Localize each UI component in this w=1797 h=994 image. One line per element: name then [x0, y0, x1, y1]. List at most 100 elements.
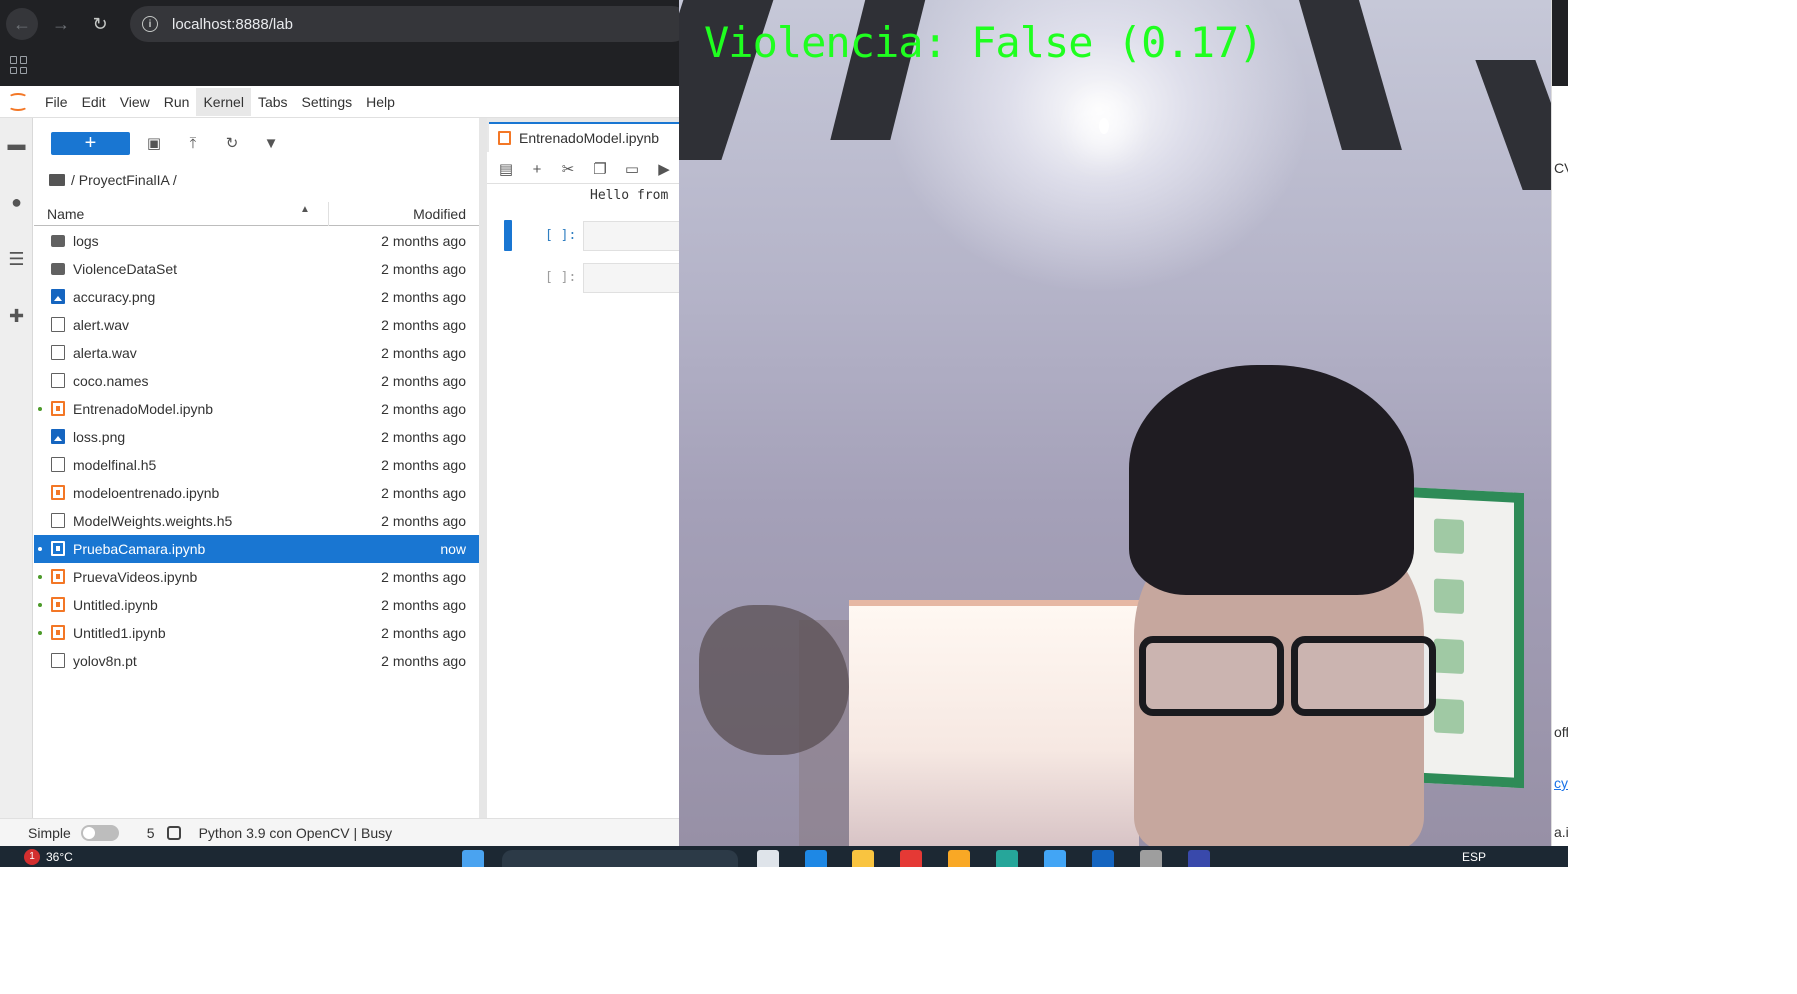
file-row[interactable]: PruevaVideos.ipynb 2 months ago	[34, 563, 479, 591]
file-row[interactable]: yolov8n.pt 2 months ago	[34, 647, 479, 675]
notebook-file-icon	[51, 625, 65, 640]
file-row[interactable]: coco.names 2 months ago	[34, 367, 479, 395]
menu-kernel[interactable]: Kernel	[196, 87, 251, 116]
outlook-icon[interactable]	[1092, 850, 1114, 867]
table-of-contents-icon[interactable]: ☰	[6, 249, 27, 270]
start-icon[interactable]	[462, 850, 484, 867]
file-row[interactable]: EntrenadoModel.ipynb 2 months ago	[34, 395, 479, 423]
file-modified: 2 months ago	[381, 261, 466, 277]
insert-cell-icon[interactable]: +	[527, 159, 547, 179]
running-sessions-icon[interactable]: ●	[6, 192, 27, 213]
running-indicator-icon	[38, 575, 42, 579]
file-name: modelfinal.h5	[73, 457, 157, 473]
weather-widget[interactable]: 1 36°C	[24, 849, 73, 865]
breadcrumb[interactable]: / ProyectFinalIA /	[49, 170, 177, 190]
file-row[interactable]: modeloentrenado.ipynb 2 months ago	[34, 479, 479, 507]
file-row[interactable]: alert.wav 2 months ago	[34, 311, 479, 339]
menu-run[interactable]: Run	[157, 88, 197, 116]
violence-detection-label: Violencia: False (0.17)	[704, 18, 1264, 67]
tab-entrenadomodel[interactable]: EntrenadoModel.ipynb	[489, 122, 679, 152]
sort-ascending-icon[interactable]: ▲	[300, 204, 310, 215]
address-url[interactable]: localhost:8888/lab	[172, 16, 293, 33]
file-browser: + ▣ ⤒ ↻ ▼ / ProyectFinalIA / Name ▲ Modi…	[34, 118, 479, 818]
menu-tabs[interactable]: Tabs	[251, 88, 295, 116]
address-bar[interactable]: i localhost:8888/lab	[130, 6, 690, 42]
modified-column-header[interactable]: Modified	[413, 206, 466, 222]
active-cell-marker	[504, 220, 512, 251]
edge-link-cy[interactable]: cy	[1554, 775, 1568, 791]
save-icon[interactable]: ▤	[496, 159, 516, 179]
folder-file-icon	[51, 263, 65, 275]
new-launcher-button[interactable]: +	[51, 132, 130, 155]
back-button[interactable]: ←	[6, 8, 38, 40]
apps-grid-icon[interactable]	[10, 56, 28, 74]
cut-icon[interactable]: ✂	[558, 159, 578, 179]
file-row[interactable]: Untitled.ipynb 2 months ago	[34, 591, 479, 619]
file-row[interactable]: modelfinal.h5 2 months ago	[34, 451, 479, 479]
paste-icon[interactable]: ▭	[622, 159, 642, 179]
file-list: logs 2 months ago ViolenceDataSet 2 months …	[34, 227, 479, 675]
file-name: logs	[73, 233, 99, 249]
file-name: ModelWeights.weights.h5	[73, 513, 233, 529]
column-divider[interactable]	[328, 202, 329, 226]
file-row[interactable]: accuracy.png 2 months ago	[34, 283, 479, 311]
copy-icon[interactable]: ❐	[590, 159, 610, 179]
reload-button[interactable]: ↻	[84, 8, 116, 40]
home-folder-icon[interactable]	[49, 174, 65, 186]
ceiling-light	[1099, 118, 1109, 134]
file-browser-toolbar: + ▣ ⤒ ↻ ▼	[34, 118, 479, 168]
taskbar-app-icon[interactable]	[1140, 850, 1162, 867]
taskbar-app-icon[interactable]	[1188, 850, 1210, 867]
taskbar-app-icon[interactable]	[757, 850, 779, 867]
kernel-settings-icon[interactable]	[166, 825, 181, 840]
menu-edit[interactable]: Edit	[75, 88, 113, 116]
chrome-icon[interactable]	[900, 850, 922, 867]
file-row[interactable]: alerta.wav 2 months ago	[34, 339, 479, 367]
image-file-icon	[51, 429, 65, 444]
folder-icon[interactable]: ▬	[6, 134, 27, 155]
running-indicator-icon	[38, 603, 42, 607]
language-indicator[interactable]: ESP	[1462, 850, 1486, 864]
file-row[interactable]: loss.png 2 months ago	[34, 423, 479, 451]
file-row[interactable]: Untitled1.ipynb 2 months ago	[34, 619, 479, 647]
menu-help[interactable]: Help	[359, 88, 402, 116]
file-modified: 2 months ago	[381, 317, 466, 333]
edge-text-off: off	[1554, 724, 1568, 740]
underlying-window-edge: CV off cy a.i	[1551, 0, 1568, 846]
upload-icon[interactable]: ⤒	[182, 132, 204, 154]
file-row[interactable]: ViolenceDataSet 2 months ago	[34, 255, 479, 283]
store-icon[interactable]	[1044, 850, 1066, 867]
person-hair	[1129, 365, 1414, 595]
file-modified: 2 months ago	[381, 429, 466, 445]
menu-view[interactable]: View	[113, 88, 157, 116]
filter-icon[interactable]: ▼	[260, 132, 282, 154]
forward-button[interactable]: →	[45, 8, 77, 40]
refresh-icon[interactable]: ↻	[221, 132, 243, 154]
kernel-status[interactable]: Python 3.9 con OpenCV | Busy	[199, 825, 393, 841]
breadcrumb-path[interactable]: / ProyectFinalIA /	[71, 172, 177, 188]
terminal-count[interactable]: 5	[147, 825, 155, 841]
extensions-icon[interactable]: ✚	[6, 306, 27, 327]
edge-browser-icon[interactable]	[805, 850, 827, 867]
file-explorer-icon[interactable]	[852, 850, 874, 867]
menu-settings[interactable]: Settings	[295, 88, 360, 116]
menu-file[interactable]: File	[38, 88, 75, 116]
run-icon[interactable]: ▶	[654, 159, 674, 179]
search-box[interactable]	[502, 850, 738, 867]
camera-preview-window[interactable]: Violencia: False (0.17)	[679, 0, 1551, 846]
new-folder-icon[interactable]: ▣	[143, 132, 165, 154]
simple-mode-toggle[interactable]	[80, 824, 119, 841]
panel-splitter[interactable]	[479, 118, 487, 818]
cell-prompt: [ ]:	[545, 270, 577, 285]
file-row[interactable]: PruebaCamara.ipynb now	[34, 535, 479, 563]
file-row[interactable]: logs 2 months ago	[34, 227, 479, 255]
file-name: modeloentrenado.ipynb	[73, 485, 220, 501]
taskbar-app-icon[interactable]	[948, 850, 970, 867]
file-row[interactable]: ModelWeights.weights.h5 2 months ago	[34, 507, 479, 535]
edge-text-cv: CV	[1554, 160, 1568, 176]
name-column-header[interactable]: Name	[47, 206, 84, 222]
text-file-icon	[51, 345, 65, 360]
site-info-icon[interactable]: i	[142, 16, 158, 32]
taskbar-app-icon[interactable]	[996, 850, 1018, 867]
text-file-icon	[51, 653, 65, 668]
